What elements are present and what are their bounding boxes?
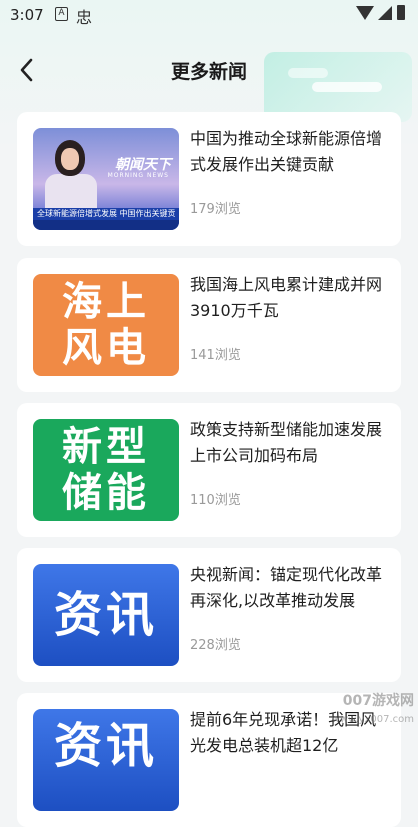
a-notification-icon: A (55, 7, 68, 21)
view-count: 110浏览 (190, 493, 241, 508)
news-card[interactable]: 资讯 央视新闻：锚定现代化改革再深化,以改革推动发展 228浏览 (17, 548, 401, 682)
news-card[interactable]: 海上 风电 我国海上风电累计建成并网3910万千瓦 141浏览 (17, 258, 401, 392)
news-title[interactable]: 中国为推动全球新能源倍增式发展作出关键贡献 (190, 126, 385, 178)
news-card[interactable]: 新型 储能 政策支持新型储能加速发展 上市公司加码布局 110浏览 (17, 403, 401, 537)
watermark-url: www.yx007.com (331, 714, 414, 725)
signal-icon (378, 6, 392, 20)
wifi-icon (356, 6, 374, 20)
watermark: 007游戏网 (342, 693, 414, 709)
view-count: 179浏览 (190, 202, 241, 217)
news-card[interactable]: 朝闻天下 MORNING NEWS 全球新能源倍增式发展 中国作出关键贡 中国为… (17, 112, 401, 246)
news-thumbnail: 资讯 (33, 564, 179, 666)
thumbnail-text: 新型 (62, 424, 150, 470)
battery-icon (397, 5, 405, 20)
page-title: 更多新闻 (170, 61, 247, 83)
status-bar: 3:07 A 忠 (0, 0, 418, 30)
news-logo-sub: MORNING NEWS (107, 172, 169, 179)
news-thumbnail: 资讯 (33, 709, 179, 811)
page-header: 更多新闻 (0, 48, 418, 92)
news-ticker: 全球新能源倍增式发展 中国作出关键贡 (37, 209, 176, 218)
status-time: 3:07 (10, 6, 44, 24)
news-title[interactable]: 我国海上风电累计建成并网3910万千瓦 (190, 272, 385, 324)
view-count: 228浏览 (190, 638, 241, 653)
view-count: 141浏览 (190, 348, 241, 363)
news-thumbnail: 新型 储能 (33, 419, 179, 521)
app-notification-icon: 忠 (76, 8, 93, 27)
thumbnail-text: 资讯 (53, 718, 158, 774)
news-title[interactable]: 政策支持新型储能加速发展 上市公司加码布局 (190, 417, 385, 469)
news-thumbnail: 朝闻天下 MORNING NEWS 全球新能源倍增式发展 中国作出关键贡 (33, 128, 179, 230)
news-title[interactable]: 央视新闻：锚定现代化改革再深化,以改革推动发展 (190, 562, 385, 614)
news-logo: 朝闻天下 (115, 157, 171, 173)
thumbnail-text: 海上 (62, 279, 150, 325)
news-thumbnail: 海上 风电 (33, 274, 179, 376)
thumbnail-text: 储能 (62, 470, 150, 516)
thumbnail-text: 资讯 (53, 587, 158, 643)
thumbnail-text: 风电 (62, 325, 150, 371)
